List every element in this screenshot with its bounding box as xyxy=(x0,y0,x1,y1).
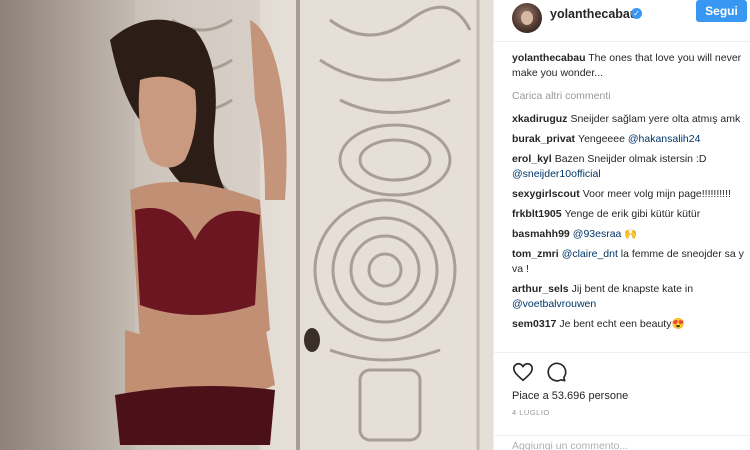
post-caption: yolanthecabau The ones that love you wil… xyxy=(512,51,744,81)
comment-item: erol_kyl Bazen Sneijder olmak istersin :D… xyxy=(512,152,744,182)
comment-item: arthur_sels Jij bent de knapste kate in @… xyxy=(512,282,744,312)
post-sidebar: yolanthecabau ✓ Segui yolanthecabau The … xyxy=(493,0,750,450)
caption-username[interactable]: yolanthecabau xyxy=(512,52,586,64)
comment-text: Bazen Sneijder olmak istersin :D xyxy=(554,153,707,165)
comment-username[interactable]: tom_zmri xyxy=(512,248,559,260)
comment-text: 🙌 xyxy=(621,228,638,240)
comment-bubble-icon[interactable] xyxy=(545,361,567,383)
heart-icon[interactable] xyxy=(512,361,534,383)
comment-username[interactable]: basmahh99 xyxy=(512,228,570,240)
comment-item: basmahh99 @93esraa 🙌 xyxy=(512,227,744,242)
comment-username[interactable]: frkblt1905 xyxy=(512,208,562,220)
comment-username[interactable]: sem0317 xyxy=(512,318,556,330)
comment-mention[interactable]: @hakansalih24 xyxy=(628,133,701,145)
comment-text: Je bent echt een beauty😍 xyxy=(559,318,685,330)
post-photo[interactable] xyxy=(0,0,493,450)
post-date: 4 LUGLIO xyxy=(512,408,550,417)
comment-username[interactable]: erol_kyl xyxy=(512,153,552,165)
comment-mention[interactable]: @voetbalvrouwen xyxy=(512,298,596,310)
load-more-comments-link[interactable]: Carica altri commenti xyxy=(512,89,744,104)
author-username[interactable]: yolanthecabau xyxy=(550,7,638,21)
comment-item: sexygirlscout Voor meer volg mijn page!!!… xyxy=(512,187,744,202)
comment-item: xkadiruguz Sneijder sağlam yere olta atmı… xyxy=(512,112,744,127)
comment-text: Sneijder sağlam yere olta atmış amk xyxy=(570,113,741,125)
comment-mention[interactable]: @claire_dnt xyxy=(562,248,618,260)
comment-username[interactable]: burak_privat xyxy=(512,133,575,145)
comment-item: frkblt1905 Yenge de erik gibi kütür kütür xyxy=(512,207,744,222)
comment-text: Voor meer volg mijn page!!!!!!!!!! xyxy=(582,188,731,200)
comment-item: sem0317 Je bent echt een beauty😍 xyxy=(512,317,744,332)
post-header: yolanthecabau ✓ Segui xyxy=(494,0,750,42)
comment-mention[interactable]: @sneijder10official xyxy=(512,168,601,180)
avatar[interactable] xyxy=(512,3,542,33)
likes-count[interactable]: Piace a 53.696 persone xyxy=(512,390,628,402)
verified-badge-icon: ✓ xyxy=(631,8,642,19)
post-photo-illustration xyxy=(110,0,493,450)
comment-item: burak_privat Yengeeee @hakansalih24 xyxy=(512,132,744,147)
comment-username[interactable]: arthur_sels xyxy=(512,283,569,295)
add-comment-field[interactable]: Aggiungi un commento... xyxy=(494,435,750,450)
comment-item: tom_zmri @claire_dnt la femme de sneojder… xyxy=(512,247,744,277)
comment-text: Yengeeee xyxy=(578,133,628,145)
post-actions: Piace a 53.696 persone 4 LUGLIO Aggiungi… xyxy=(494,352,750,450)
add-comment-placeholder: Aggiungi un commento... xyxy=(512,440,629,450)
comment-text: Yenge de erik gibi kütür kütür xyxy=(564,208,701,220)
comment-username[interactable]: xkadiruguz xyxy=(512,113,567,125)
comment-username[interactable]: sexygirlscout xyxy=(512,188,580,200)
comment-text: Jij bent de knapste kate in xyxy=(571,283,694,295)
follow-button[interactable]: Segui xyxy=(696,0,747,22)
comment-mention[interactable]: @93esraa xyxy=(573,228,622,240)
comments-list: yolanthecabau The ones that love you wil… xyxy=(512,51,744,337)
